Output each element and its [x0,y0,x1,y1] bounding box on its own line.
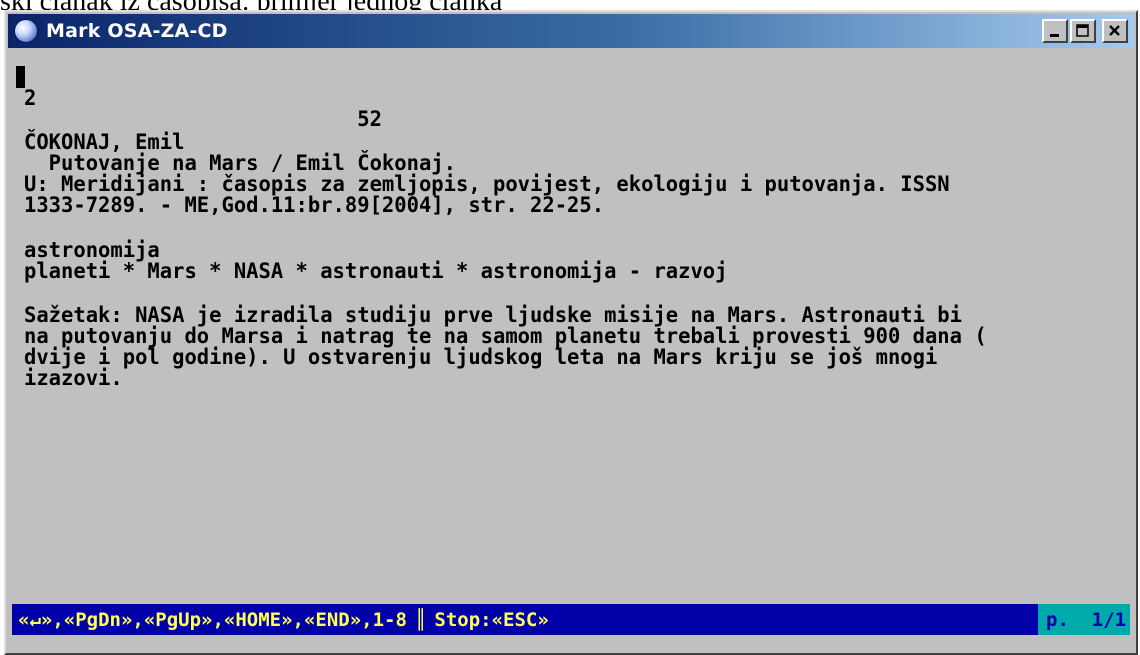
record-line: ČOKONAJ, Emil [24,128,185,155]
record-line: Sažetak: NASA je izradila studiju prve l… [24,301,962,328]
record-line: Putovanje na Mars / Emil Čokonaj. [24,149,456,176]
key-hints: «↵»,«PgDn»,«PgUp»,«HOME»,«END»,1-8 [18,608,407,631]
close-button[interactable] [1102,19,1128,43]
title-bar[interactable]: Mark OSA-ZA-CD [8,14,1134,48]
record-line: dvije i pol godine). U ostvarenju ljudsk… [24,343,938,370]
record-line: planeti * Mars * NASA * astronauti * ast… [24,257,728,284]
app-icon[interactable] [14,19,38,43]
stop-hint: Stop:«ESC» [434,608,549,631]
record-line: 52 [24,105,382,132]
app-window: Mark OSA-ZA-CD 2 52 ČOKONAJ, Emil Putova… [4,10,1138,655]
minimize-button[interactable] [1042,19,1068,43]
status-separator: ║ [414,608,427,631]
close-icon [1109,25,1120,36]
status-bar: «↵»,«PgDn»,«PgUp»,«HOME»,«END»,1-8 ║ Sto… [12,604,1130,635]
record-line: 1333-7289. - ME,God.11:br.89[2004], str.… [24,191,605,218]
minimize-icon [1050,34,1059,37]
window-title: Mark OSA-ZA-CD [46,20,228,42]
maximize-icon [1076,24,1089,37]
record-line: astronomija [24,236,160,263]
record-line: U: Meridijani : časopis za zemljopis, po… [24,170,950,197]
page-indicator: p. 1/1 [1038,604,1130,635]
record-line: izazovi. [24,364,123,391]
record-line: 2 [24,84,37,111]
maximize-button[interactable] [1070,19,1096,43]
console-screen[interactable]: 2 52 ČOKONAJ, Emil Putovanje na Mars / E… [12,52,1130,602]
window-controls [1042,19,1128,43]
record-line: na putovanju do Marsa i natrag te na sam… [24,322,987,349]
